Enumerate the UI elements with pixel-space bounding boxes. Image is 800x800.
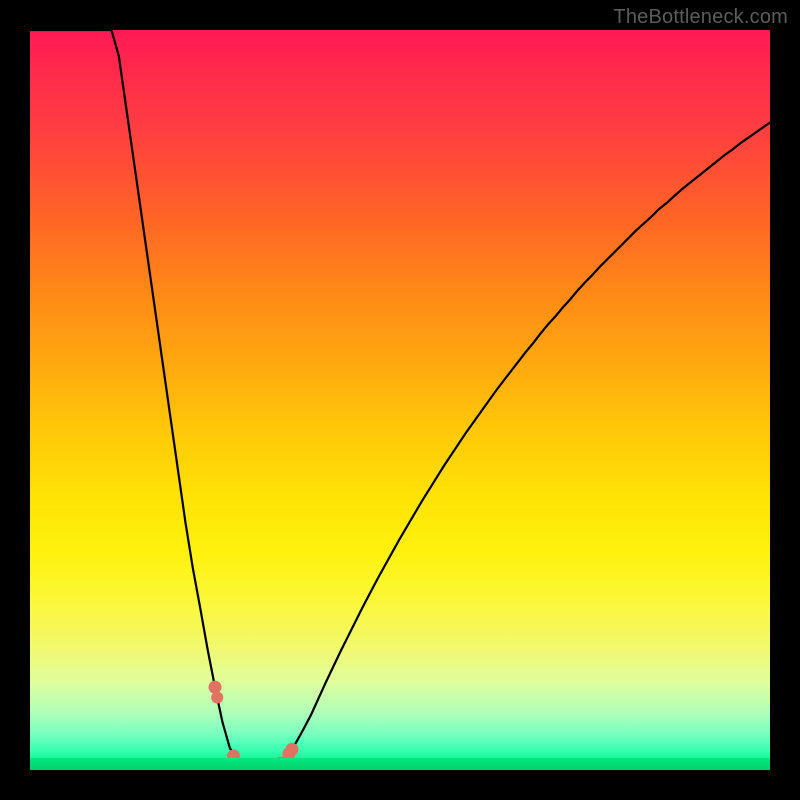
bottleneck-curve	[30, 30, 770, 768]
curve-marker	[209, 681, 221, 693]
optimal-band	[30, 758, 770, 770]
curve-marker	[286, 743, 298, 755]
chart-svg	[30, 30, 770, 770]
chart-frame: TheBottleneck.com	[0, 0, 800, 800]
curve-marker	[212, 692, 223, 703]
watermark-text: TheBottleneck.com	[613, 6, 788, 29]
chart-plot-area	[30, 30, 770, 770]
